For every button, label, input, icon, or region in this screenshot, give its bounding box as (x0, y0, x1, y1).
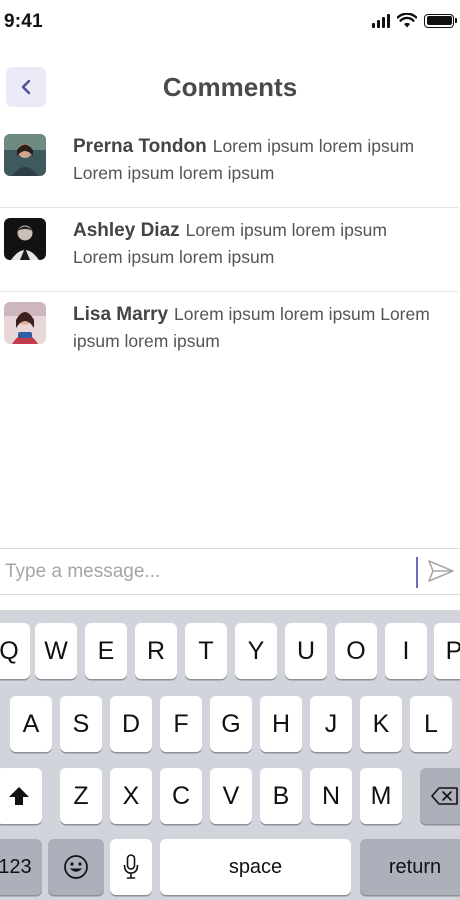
onscreen-keyboard: Q W E R T Y U O I P A S D F G H J K L Z … (0, 610, 460, 900)
return-key[interactable]: return (360, 839, 460, 895)
comment-author: Lisa Marry (73, 304, 169, 325)
comment-body: Ashley Diaz Lorem ipsum lorem ipsum Lorem… (73, 217, 438, 271)
header: Comments (0, 62, 460, 114)
key-l[interactable]: L (410, 696, 452, 752)
comment-item: Ashley Diaz Lorem ipsum lorem ipsum Lorem… (0, 208, 458, 292)
shift-arrow-icon (9, 787, 29, 805)
key-o[interactable]: O (335, 623, 377, 679)
key-h[interactable]: H (260, 696, 302, 752)
avatar (4, 218, 46, 260)
key-u[interactable]: U (285, 623, 327, 679)
shift-key[interactable] (0, 768, 42, 824)
key-b[interactable]: B (260, 768, 302, 824)
comment-author: Prerna Tondon (73, 136, 207, 157)
key-y[interactable]: Y (235, 623, 277, 679)
key-s[interactable]: S (60, 696, 102, 752)
key-a[interactable]: A (10, 696, 52, 752)
key-z[interactable]: Z (60, 768, 102, 824)
key-d[interactable]: D (110, 696, 152, 752)
key-t[interactable]: T (185, 623, 227, 679)
emoji-key[interactable] (48, 839, 104, 895)
battery-icon (424, 13, 457, 28)
page-title: Comments (162, 72, 298, 102)
wifi-icon (397, 13, 417, 28)
key-j[interactable]: J (310, 696, 352, 752)
status-time: 9:41 (4, 11, 43, 32)
status-bar: 9:41 (0, 0, 460, 44)
key-n[interactable]: N (310, 768, 352, 824)
avatar (4, 302, 46, 344)
send-button[interactable] (426, 558, 458, 586)
emoji-icon (64, 855, 88, 879)
comment-item: Prerna Tondon Lorem ipsum lorem ipsum Lor… (0, 124, 458, 208)
key-x[interactable]: X (110, 768, 152, 824)
message-input[interactable] (0, 549, 410, 594)
key-m[interactable]: M (360, 768, 402, 824)
comment-body: Lisa Marry Lorem ipsum lorem ipsum Lorem … (73, 301, 438, 355)
key-f[interactable]: F (160, 696, 202, 752)
numbers-key[interactable]: 123 (0, 839, 42, 895)
key-r[interactable]: R (135, 623, 177, 679)
cellular-signal-icon (372, 13, 390, 28)
key-k[interactable]: K (360, 696, 402, 752)
comment-item: Lisa Marry Lorem ipsum lorem ipsum Lorem … (0, 292, 458, 376)
key-p[interactable]: P (434, 623, 460, 679)
comment-list: Prerna Tondon Lorem ipsum lorem ipsum Lor… (0, 124, 460, 376)
comment-body: Prerna Tondon Lorem ipsum lorem ipsum Lor… (73, 133, 438, 187)
text-cursor (416, 557, 418, 588)
delete-key[interactable] (420, 768, 460, 824)
key-i[interactable]: I (385, 623, 427, 679)
key-w[interactable]: W (35, 623, 77, 679)
backspace-icon (431, 787, 458, 805)
key-q[interactable]: Q (0, 623, 30, 679)
key-v[interactable]: V (210, 768, 252, 824)
dictation-key[interactable] (110, 839, 152, 895)
microphone-icon (123, 854, 139, 879)
comment-author: Ashley Diaz (73, 220, 180, 241)
comments-screen: 9:41 Comments Prerna Tondon Lorem ipsum … (0, 0, 460, 900)
key-c[interactable]: C (160, 768, 202, 824)
avatar (4, 134, 46, 176)
key-e[interactable]: E (85, 623, 127, 679)
send-icon (428, 560, 454, 582)
status-icons (372, 13, 457, 28)
key-g[interactable]: G (210, 696, 252, 752)
space-key[interactable]: space (160, 839, 351, 895)
message-composer (0, 548, 460, 595)
